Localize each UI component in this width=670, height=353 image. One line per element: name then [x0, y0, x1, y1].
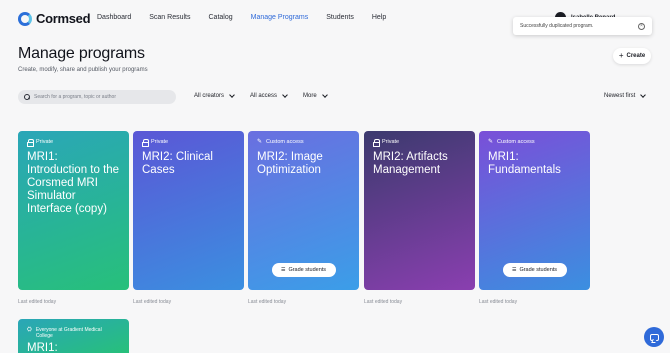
- grade-icon: ☰: [511, 267, 517, 273]
- access-badge: Private: [373, 139, 466, 147]
- access-badge-label: Private: [151, 139, 169, 145]
- nav-help[interactable]: Help: [372, 14, 386, 21]
- program-title: MRI1: Introduction to the Corsmed MRI Si…: [27, 151, 120, 215]
- grade-students-label: Grade students: [519, 267, 558, 273]
- access-badge-label: Custom access: [266, 139, 304, 145]
- sort-label: Newest first: [604, 93, 636, 99]
- page-title: Manage programs: [18, 45, 145, 62]
- creators-filter-label: All creators: [194, 93, 225, 99]
- custom-access-icon: ✎: [488, 139, 494, 145]
- chat-button[interactable]: [644, 327, 664, 347]
- logo-icon: [18, 11, 32, 26]
- more-filter[interactable]: More: [303, 92, 328, 99]
- plus-icon: +: [618, 51, 624, 60]
- search-icon: [24, 94, 30, 100]
- last-edited: Last edited today: [364, 299, 403, 305]
- program-card[interactable]: Private MRI2: Artifacts Management: [364, 131, 475, 290]
- create-label: Create: [626, 53, 646, 59]
- page-subtitle: Create, modify, share and publish your p…: [18, 67, 148, 73]
- chevron-down-icon: [229, 92, 235, 98]
- program-card[interactable]: ⛭ Everyone at Gradient Medical College M…: [18, 319, 129, 353]
- nav-dashboard[interactable]: Dashboard: [97, 14, 131, 21]
- grade-icon: ☰: [280, 267, 286, 273]
- access-badge: ✎ Custom access: [488, 139, 581, 145]
- program-card[interactable]: ✎ Custom access MRI1: Fundamentals ☰ Gra…: [479, 131, 590, 290]
- lock-icon: [142, 139, 149, 147]
- search-input[interactable]: [34, 94, 164, 100]
- nav-catalog[interactable]: Catalog: [209, 14, 233, 21]
- program-title: MRI1: Fundamentals: [488, 151, 561, 176]
- group-icon: ⛭: [27, 327, 32, 333]
- program-title: MRI1: Introduction: [27, 342, 58, 353]
- chevron-down-icon: [321, 92, 328, 98]
- access-filter[interactable]: All access: [250, 92, 288, 99]
- sort-dropdown[interactable]: Newest first: [604, 92, 647, 99]
- access-badge: ✎ Custom access: [257, 139, 350, 145]
- toast-message: Successfully duplicated program.: [520, 23, 594, 29]
- creators-filter[interactable]: All creators: [194, 92, 235, 99]
- access-badge: Private: [142, 139, 235, 147]
- program-card[interactable]: Private MRI1: Introduction to the Corsme…: [18, 131, 129, 290]
- nav-students[interactable]: Students: [326, 14, 354, 21]
- program-title: MRI2: Artifacts Management: [373, 151, 448, 176]
- access-filter-label: All access: [250, 93, 278, 99]
- access-badge-label: Everyone at Gradient Medical College: [35, 327, 102, 339]
- search-bar: [18, 90, 176, 104]
- main-nav: Dashboard Scan Results Catalog Manage Pr…: [97, 14, 404, 21]
- success-toast: Successfully duplicated program. ×: [513, 17, 652, 35]
- program-title: MRI2: Clinical Cases: [142, 151, 213, 176]
- chat-icon: [649, 333, 659, 341]
- program-card[interactable]: ✎ Custom access MRI2: Image Optimization…: [248, 131, 359, 290]
- access-badge-label: Private: [36, 139, 54, 145]
- program-title: MRI2: Image Optimization: [257, 151, 323, 176]
- last-edited: Last edited today: [133, 299, 172, 305]
- chevron-down-icon: [282, 92, 288, 98]
- close-circle-icon[interactable]: ×: [638, 22, 645, 30]
- nav-scan-results[interactable]: Scan Results: [149, 14, 190, 21]
- access-badge: ⛭ Everyone at Gradient Medical College: [27, 327, 120, 339]
- last-edited: Last edited today: [479, 299, 518, 305]
- lock-icon: [27, 139, 34, 147]
- last-edited: Last edited today: [18, 299, 57, 305]
- grade-students-label: Grade students: [288, 267, 327, 273]
- grade-students-button[interactable]: ☰ Grade students: [271, 263, 336, 277]
- last-edited: Last edited today: [248, 299, 287, 305]
- chevron-down-icon: [640, 92, 647, 98]
- app-name: Cormsed: [36, 11, 91, 26]
- more-filter-label: More: [303, 93, 317, 99]
- app-logo[interactable]: Cormsed: [18, 11, 91, 26]
- lock-icon: [373, 139, 380, 147]
- grade-students-button[interactable]: ☰ Grade students: [502, 263, 567, 277]
- nav-manage-programs[interactable]: Manage Programs: [251, 14, 309, 21]
- access-badge: Private: [27, 139, 120, 147]
- create-button[interactable]: + Create: [613, 48, 651, 64]
- custom-access-icon: ✎: [257, 139, 263, 145]
- access-badge-label: Private: [382, 139, 400, 145]
- program-card[interactable]: Private MRI2: Clinical Cases: [133, 131, 244, 290]
- access-badge-label: Custom access: [497, 139, 535, 145]
